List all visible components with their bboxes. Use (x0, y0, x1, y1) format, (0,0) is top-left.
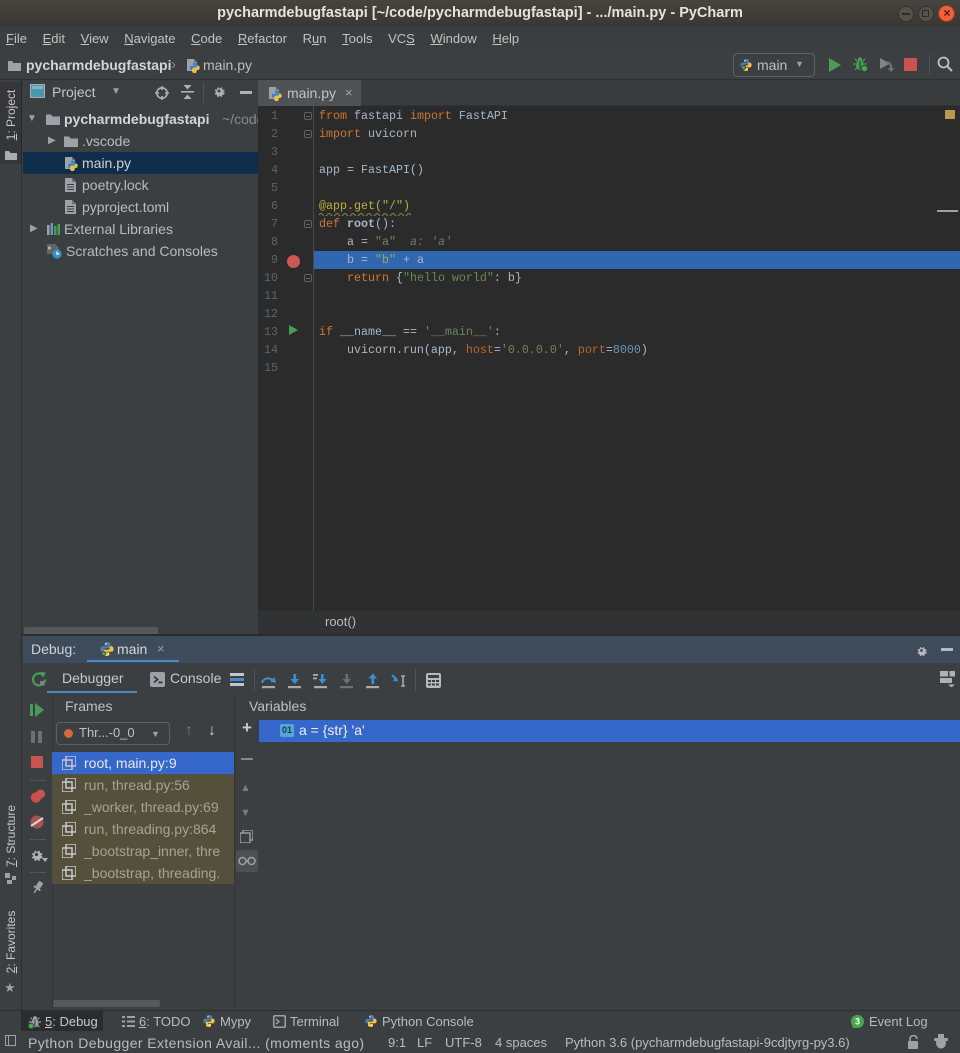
svg-text:3: 3 (855, 1017, 860, 1027)
